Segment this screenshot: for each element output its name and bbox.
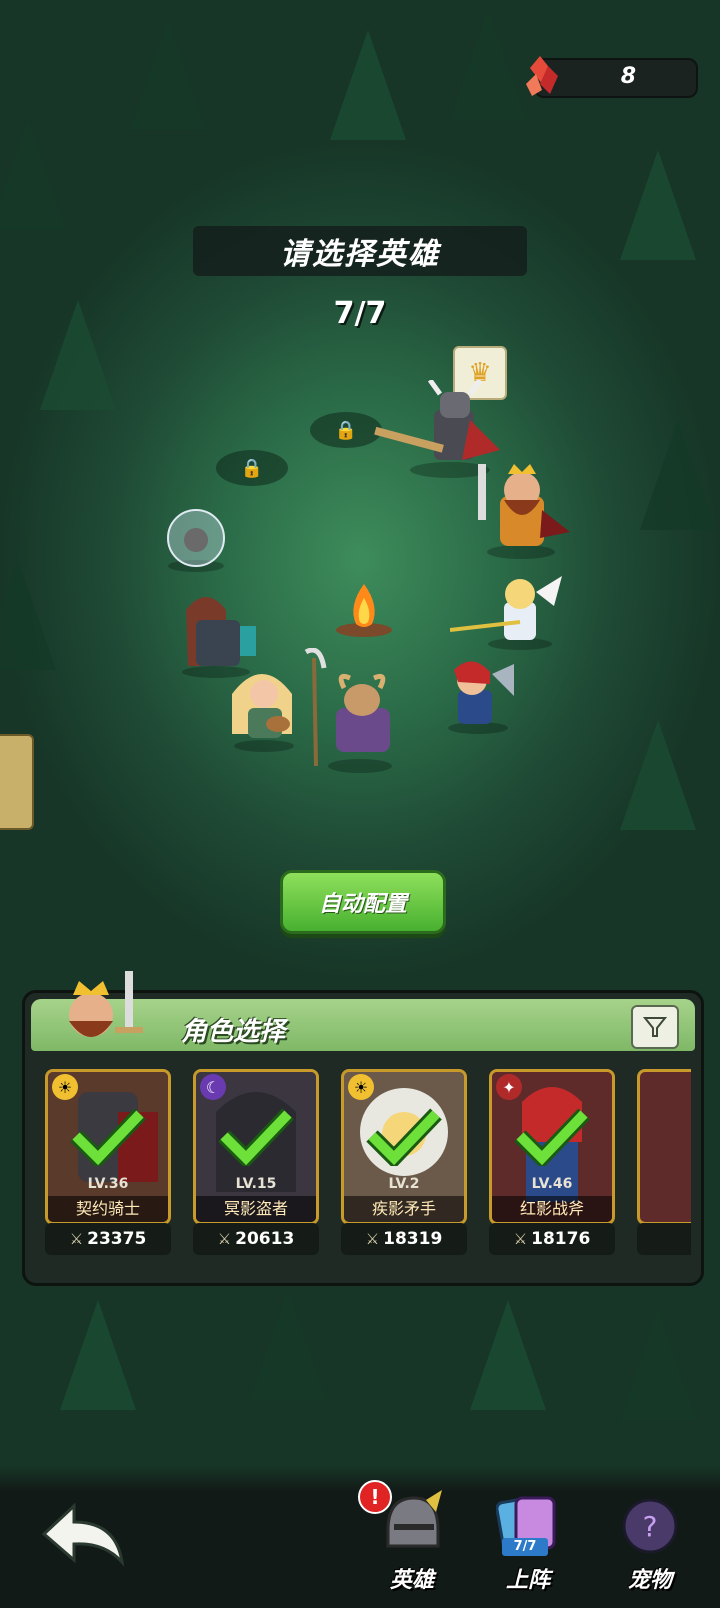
hero-portrait: ☀ LV.36 契约骑士 bbox=[45, 1069, 171, 1225]
hero-power bbox=[637, 1223, 691, 1255]
hero-portrait bbox=[637, 1069, 691, 1225]
deploy-count: 7/7 bbox=[502, 1538, 548, 1556]
hero-level: LV.2 bbox=[388, 1176, 420, 1192]
selected-check-icon bbox=[70, 1108, 146, 1166]
hero-power: ⚔ 23375 bbox=[45, 1223, 171, 1255]
selected-check-icon bbox=[514, 1108, 590, 1166]
king-portrait-icon bbox=[69, 971, 143, 1037]
svg-text:?: ? bbox=[643, 1510, 658, 1543]
hero-portrait: ✦ LV.46 红影战斧 bbox=[489, 1069, 615, 1225]
campfire-icon bbox=[336, 584, 392, 637]
tree-decoration bbox=[620, 720, 696, 830]
filter-button[interactable] bbox=[631, 1005, 679, 1049]
hero-card-partial[interactable] bbox=[637, 1069, 691, 1265]
selected-check-icon bbox=[366, 1108, 442, 1166]
gem-icon bbox=[526, 56, 558, 96]
hero-goat-sprite[interactable] bbox=[300, 648, 410, 778]
hero-power: ⚔ 20613 bbox=[193, 1223, 319, 1255]
nav-heroes[interactable]: ! 英雄 bbox=[358, 1480, 462, 1596]
nav-pets[interactable]: ? 宠物 bbox=[600, 1486, 700, 1596]
swords-icon: ⚔ bbox=[69, 1230, 84, 1248]
hero-portrait: ☾ LV.15 冥影盗者 bbox=[193, 1069, 319, 1225]
tree-decoration bbox=[40, 300, 116, 410]
hero-card[interactable]: ☾ LV.15 冥影盗者 ⚔ 20613 bbox=[193, 1069, 321, 1265]
hero-spear-sprite[interactable] bbox=[450, 572, 570, 652]
tree-decoration bbox=[640, 420, 716, 530]
hero-name: 红影战斧 bbox=[492, 1196, 612, 1222]
tree-decoration bbox=[0, 560, 56, 670]
power-value: 18176 bbox=[531, 1229, 591, 1249]
swords-icon: ⚔ bbox=[365, 1230, 380, 1248]
swords-icon: ⚔ bbox=[217, 1230, 232, 1248]
gem-counter[interactable]: 8 bbox=[526, 56, 698, 98]
sun-element-icon: ☀ bbox=[348, 1074, 374, 1100]
lock-icon: 🔒 bbox=[240, 457, 264, 479]
tree-decoration bbox=[0, 120, 66, 230]
selected-check-icon bbox=[218, 1108, 294, 1166]
back-arrow-button[interactable] bbox=[38, 1500, 128, 1570]
hero-bard-sprite[interactable] bbox=[222, 664, 312, 754]
hero-axe-sprite[interactable] bbox=[428, 656, 528, 736]
hero-name: 疾影矛手 bbox=[344, 1196, 464, 1222]
hero-king-sprite[interactable] bbox=[466, 460, 576, 560]
team-count: 7/7 bbox=[333, 296, 387, 331]
auto-configure-button[interactable]: 自动配置 bbox=[280, 870, 446, 934]
sun-element-icon: ☀ bbox=[52, 1074, 78, 1100]
moon-element-icon: ☾ bbox=[200, 1074, 226, 1100]
hero-level: LV.46 bbox=[531, 1176, 573, 1192]
page-title: 请选择英雄 bbox=[193, 226, 527, 276]
nav-heroes-label: 英雄 bbox=[389, 1568, 434, 1593]
tree-decoration bbox=[250, 1290, 326, 1400]
hero-power: ⚔ 18319 bbox=[341, 1223, 467, 1255]
nav-deploy[interactable]: 7/7 上阵 bbox=[478, 1486, 578, 1596]
hero-card-list[interactable]: ☀ LV.36 契约骑士 ⚔ 23375 ☾ LV.15 冥影盗者 ⚔ 20613 bbox=[45, 1069, 691, 1269]
hero-name: 契约骑士 bbox=[48, 1196, 168, 1222]
power-value: 20613 bbox=[235, 1229, 295, 1249]
blood-element-icon: ✦ bbox=[496, 1074, 522, 1100]
lock-icon: 🔒 bbox=[334, 419, 358, 441]
tree-decoration bbox=[620, 150, 696, 260]
side-device[interactable] bbox=[0, 734, 34, 830]
hero-portrait: ☀ LV.2 疾影矛手 bbox=[341, 1069, 467, 1225]
pet-egg-icon: ? bbox=[622, 1498, 678, 1554]
hero-power: ⚔ 18176 bbox=[489, 1223, 615, 1255]
hero-card[interactable]: ☀ LV.36 契约骑士 ⚔ 23375 bbox=[45, 1069, 173, 1265]
power-value: 18319 bbox=[383, 1229, 443, 1249]
filter-icon bbox=[643, 1017, 667, 1037]
hero-name: 冥影盗者 bbox=[196, 1196, 316, 1222]
gem-count: 8 bbox=[620, 64, 636, 89]
tree-decoration bbox=[330, 30, 406, 140]
tree-decoration bbox=[450, 10, 526, 120]
hero-selection-panel: 角色选择 ☀ LV.36 契约骑士 ⚔ 23375 ☾ LV.15 冥影盗者 ⚔… bbox=[22, 971, 704, 1286]
panel-title: 角色选择 bbox=[181, 1017, 286, 1047]
swords-icon: ⚔ bbox=[513, 1230, 528, 1248]
tree-decoration bbox=[620, 1310, 696, 1420]
locked-slot[interactable]: 🔒 bbox=[216, 450, 288, 486]
hero-card[interactable]: ✦ LV.46 红影战斧 ⚔ 18176 bbox=[489, 1069, 617, 1265]
tree-decoration bbox=[60, 1300, 136, 1410]
nav-deploy-label: 上阵 bbox=[505, 1568, 550, 1593]
nav-pets-label: 宠物 bbox=[627, 1568, 672, 1593]
power-value: 23375 bbox=[87, 1229, 147, 1249]
summon-orb-icon[interactable] bbox=[160, 508, 230, 574]
tree-decoration bbox=[470, 1300, 546, 1410]
hero-level: LV.15 bbox=[235, 1176, 277, 1192]
hero-card[interactable]: ☀ LV.2 疾影矛手 ⚔ 18319 bbox=[341, 1069, 469, 1265]
tree-decoration bbox=[130, 20, 206, 130]
alert-badge: ! bbox=[358, 1480, 392, 1514]
panel-header: 角色选择 bbox=[31, 971, 695, 1051]
hero-level: LV.36 bbox=[87, 1176, 129, 1192]
